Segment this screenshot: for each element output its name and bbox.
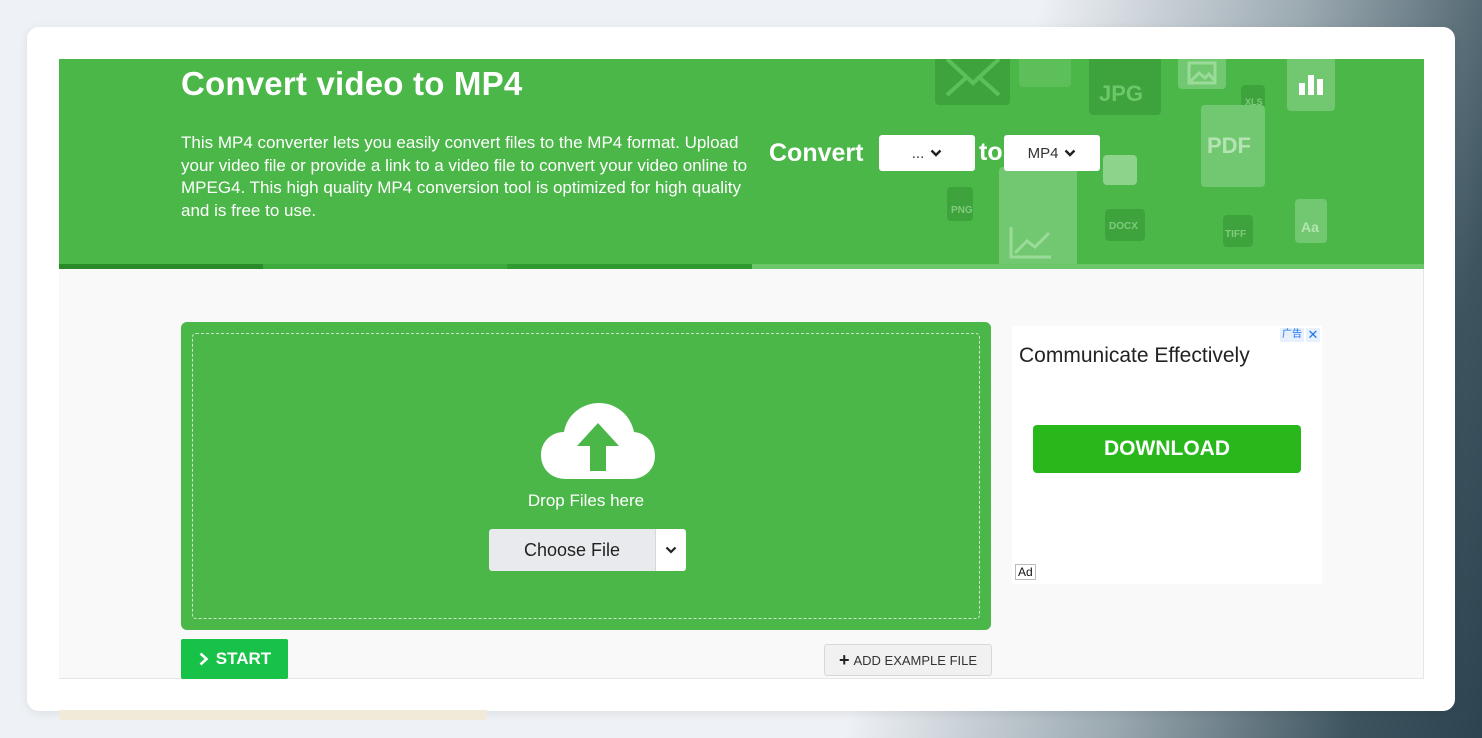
chevron-down-icon: [665, 546, 677, 554]
jpg-label: JPG: [1099, 81, 1144, 106]
chevron-right-icon: [199, 652, 209, 666]
choose-file-button[interactable]: Choose File: [489, 529, 655, 571]
choose-file-dropdown[interactable]: [655, 529, 686, 571]
start-button[interactable]: START: [181, 639, 288, 679]
pdf-label: PDF: [1207, 133, 1251, 158]
plus-icon: +: [838, 650, 850, 670]
ad-download-button[interactable]: DOWNLOAD: [1033, 425, 1301, 473]
drop-zone-border: Drop Files here Choose File: [192, 333, 980, 619]
bar-chart-icon: [1299, 75, 1323, 95]
chevron-down-icon: [1065, 149, 1076, 157]
choose-file-group: Choose File: [489, 529, 686, 571]
envelope-icon: [945, 59, 1001, 97]
background-strip: [59, 710, 487, 720]
ad-label: Ad: [1015, 564, 1036, 580]
ad-choices-tag[interactable]: 广告: [1280, 328, 1304, 342]
page-content: JPG XLS PDF PNG DOCX TIFF Aa Convert vid…: [59, 59, 1424, 679]
to-label: to: [979, 138, 1003, 166]
close-icon[interactable]: ✕: [1306, 327, 1320, 342]
source-format-select[interactable]: ...: [879, 135, 975, 171]
advertisement[interactable]: 广告 ✕ Communicate Effectively DOWNLOAD Ad: [1012, 326, 1322, 584]
target-format-value: MP4: [1027, 144, 1059, 162]
add-example-file-button[interactable]: + ADD EXAMPLE FILE: [824, 644, 992, 676]
image-icon: [1187, 61, 1217, 85]
start-label: START: [215, 649, 272, 668]
source-format-value: ...: [911, 144, 925, 162]
ad-headline[interactable]: Communicate Effectively: [1019, 344, 1250, 368]
ad-choices[interactable]: 广告 ✕: [1280, 327, 1320, 342]
cloud-upload-icon: [541, 403, 655, 479]
line-chart-icon: [1009, 227, 1051, 259]
main-area: Drop Files here Choose File START + ADD …: [59, 269, 1424, 679]
target-format-select[interactable]: MP4: [1004, 135, 1100, 171]
tiff-label: TIFF: [1225, 229, 1247, 240]
file-drop-zone[interactable]: Drop Files here Choose File: [181, 322, 991, 630]
page-title: Convert video to MP4: [181, 65, 523, 102]
drop-files-label: Drop Files here: [527, 491, 645, 510]
file-icon: [1019, 59, 1071, 87]
format-selector-row: Convert ... to MP4: [769, 134, 1114, 172]
convert-label: Convert: [769, 138, 864, 167]
page-description: This MP4 converter lets you easily conve…: [181, 133, 748, 220]
png-label: PNG: [951, 205, 973, 216]
add-example-label: ADD EXAMPLE FILE: [853, 652, 978, 668]
font-label: Aa: [1301, 219, 1319, 235]
hero-banner: JPG XLS PDF PNG DOCX TIFF Aa Convert vid…: [59, 59, 1424, 269]
docx-label: DOCX: [1109, 221, 1138, 232]
chevron-down-icon: [930, 149, 942, 157]
